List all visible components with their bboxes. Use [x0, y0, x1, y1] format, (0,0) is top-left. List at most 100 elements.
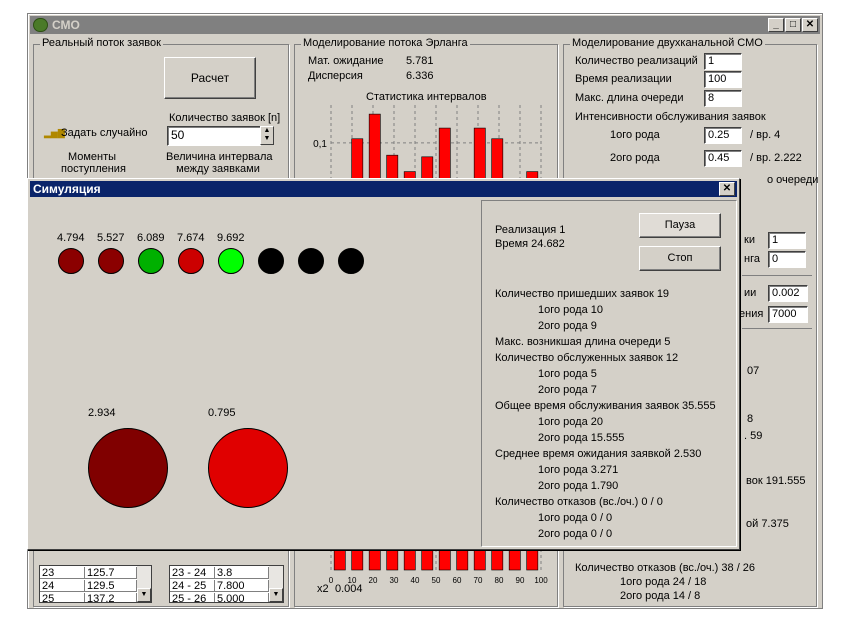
chart-title: Статистика интервалов	[366, 91, 487, 103]
x-tick-label: 70	[474, 576, 483, 585]
x-tick-label: 0	[329, 576, 334, 585]
time-text: Время 24.682	[495, 238, 565, 250]
partial-label-4: ения	[739, 308, 764, 320]
screenshot-root: СМО _ □ ✕ Реальный поток заявок Расчет К…	[0, 0, 841, 632]
queue-circle	[58, 248, 84, 274]
arrived-second: 2ого рода 9	[538, 320, 597, 332]
second-kind-input[interactable]: 0.45	[704, 150, 742, 167]
queue-value-label: 7.674	[177, 232, 205, 244]
partial-value-07: 07	[747, 365, 760, 377]
table-cell: 125.7	[85, 567, 137, 579]
count-spinner[interactable]: ▲ ▼	[260, 126, 274, 145]
server-value-label: 0.795	[208, 407, 236, 419]
avg-first: 1ого рода 3.271	[538, 464, 619, 476]
scroll-down-icon[interactable]: ▼	[137, 588, 151, 602]
first-kind-input[interactable]: 0.25	[704, 127, 742, 144]
partial-input-4[interactable]: 7000	[768, 306, 808, 323]
queue-circle	[298, 248, 324, 274]
table-cell: 23 - 24	[170, 567, 215, 579]
interval-table[interactable]: 23 - 24 3.8 24 - 25 7.800 25 - 26 5.000 …	[169, 565, 284, 603]
moments-label-1: Моменты	[67, 151, 117, 163]
partial-input-2[interactable]: 0	[768, 251, 806, 268]
scroll-down-icon[interactable]: ▼	[269, 588, 283, 602]
queue-circle	[178, 248, 204, 274]
queue-value-label: 4.794	[57, 232, 85, 244]
table-row: 23 - 24 3.8	[170, 567, 283, 579]
second-kind-time: / вр. 2.222	[750, 152, 802, 164]
total-first: 1ого рода 20	[538, 416, 604, 428]
table-cell: 5.000	[215, 593, 269, 602]
calc-button[interactable]: Расчет	[164, 57, 256, 99]
refusals-second: 2ого рода 14 / 8	[620, 590, 701, 602]
table-row: 24 129.5	[40, 580, 151, 592]
first-kind-label: 1ого рода	[610, 129, 660, 141]
maximize-icon[interactable]: □	[785, 18, 801, 32]
divider	[742, 328, 812, 329]
table-cell: 24	[40, 580, 85, 592]
queue-value-label: 6.089	[137, 232, 165, 244]
minimize-icon[interactable]: _	[768, 18, 784, 32]
partial-input-3[interactable]: 0.002	[768, 285, 808, 302]
count-input[interactable]: 50	[167, 126, 261, 146]
simulation-titlebar: Симуляция ✕	[30, 181, 737, 197]
partial-value-7375: ой 7.375	[746, 518, 789, 530]
stop-button[interactable]: Стоп	[639, 246, 721, 271]
interval-scrollbar[interactable]: ▼	[269, 566, 283, 602]
refusals-text: Количество отказов (вс./оч.) 0 / 0	[495, 496, 663, 508]
moments-scrollbar[interactable]: ▼	[137, 566, 151, 602]
time-label: Время реализации	[575, 73, 672, 85]
table-cell: 7.800	[215, 580, 269, 592]
realizations-input[interactable]: 1	[704, 53, 742, 70]
time-input[interactable]: 100	[704, 71, 742, 88]
refusals-label: Количество отказов (вс./оч.) 38 / 26	[575, 562, 756, 574]
total-second: 2ого рода 15.555	[538, 432, 625, 444]
two-channel-label: Моделирование двухканальной СМО	[570, 37, 765, 49]
y-tick-label: 0,1	[313, 139, 327, 150]
interval-label-2: между заявками	[176, 163, 260, 175]
queue-value-label: 9.692	[217, 232, 245, 244]
served-text: Количество обслуженных заявок 12	[495, 352, 679, 364]
table-cell: 137.2	[85, 593, 137, 602]
maxq-input[interactable]: 8	[704, 90, 742, 107]
second-kind-label: 2ого рода	[610, 152, 660, 164]
x-tick-label: 40	[411, 576, 420, 585]
x-tick-label: 60	[453, 576, 462, 585]
main-titlebar: СМО _ □ ✕	[30, 16, 820, 34]
queue-circle	[258, 248, 284, 274]
divider	[742, 275, 812, 276]
disp-label: Дисперсия	[308, 70, 363, 82]
app-icon	[33, 18, 48, 32]
queue-value-label: 5.527	[97, 232, 125, 244]
simulation-title: Симуляция	[33, 182, 101, 196]
dialog-close-icon[interactable]: ✕	[719, 182, 735, 196]
queue-circle	[138, 248, 164, 274]
table-cell: 24 - 25	[170, 580, 215, 592]
realization-text: Реализация 1	[495, 224, 566, 236]
random-label[interactable]: Задать случайно	[61, 127, 148, 139]
realizations-label: Количество реализаций	[575, 55, 698, 67]
served-first: 1ого рода 5	[538, 368, 597, 380]
server-circle	[208, 428, 288, 508]
mean-value: 5.781	[406, 55, 434, 67]
table-cell: 25 - 26	[170, 593, 215, 602]
partial-value-59: . 59	[744, 430, 763, 442]
total-time-text: Общее время обслуживания заявок 35.555	[495, 400, 716, 412]
partial-value-191: вок 191.555	[746, 475, 806, 487]
arrived-text: Количество пришедших заявок 19	[495, 288, 670, 300]
x-tick-label: 30	[390, 576, 399, 585]
x-tick-label: 20	[369, 576, 378, 585]
partial-label-2: нга	[744, 253, 760, 265]
served-second: 2ого рода 7	[538, 384, 597, 396]
x2-label: x2	[317, 583, 329, 595]
close-icon[interactable]: ✕	[802, 18, 818, 32]
partial-input-1[interactable]: 1	[768, 232, 806, 249]
intensity-label: Интенсивности обслуживания заявок	[575, 111, 766, 123]
x-tick-label: 80	[495, 576, 504, 585]
arrived-first: 1ого рода 10	[538, 304, 604, 316]
pause-button[interactable]: Пауза	[639, 213, 721, 238]
x-tick-label: 100	[534, 576, 548, 585]
queue-tail-label: о очереди	[767, 174, 819, 186]
server-value-label: 2.934	[88, 407, 116, 419]
disp-value: 6.336	[406, 70, 434, 82]
moments-table[interactable]: 23 125.7 24 129.5 25 137.2 ▼	[39, 565, 152, 603]
